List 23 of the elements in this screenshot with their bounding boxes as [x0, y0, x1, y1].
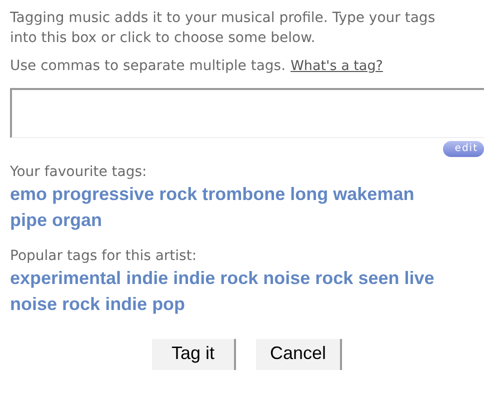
section-label: Your favourite tags:: [10, 163, 148, 181]
tag-link[interactable]: progressive rock: [52, 184, 198, 204]
tag-link[interactable]: noise rock: [10, 294, 100, 314]
intro-text: Tagging music adds it to your musical profile. Type your tags into this box or click to choose some below.: [10, 9, 436, 48]
tag-link[interactable]: indie pop: [105, 294, 186, 314]
tag-link[interactable]: seen: [358, 268, 400, 288]
tag-link[interactable]: live: [404, 268, 434, 288]
edit-button[interactable]: edit: [442, 141, 484, 157]
tag-link[interactable]: pipe organ: [10, 210, 102, 230]
tag-link[interactable]: indie rock: [173, 268, 258, 288]
section-label: Popular tags for this artist:: [10, 247, 198, 265]
hint-text: Use commas to separate multiple tags.: [10, 58, 286, 74]
tag-link[interactable]: emo: [10, 184, 48, 204]
tag-link[interactable]: indie: [126, 268, 168, 288]
help-link[interactable]: What's a tag?: [290, 58, 383, 74]
action-button[interactable]: Tag it: [152, 339, 236, 370]
tag-link[interactable]: experimental: [10, 268, 122, 288]
action-button[interactable]: Cancel: [256, 339, 342, 370]
tag-input-field[interactable]: [10, 88, 484, 138]
tag-link[interactable]: long: [290, 184, 328, 204]
tag-link[interactable]: trombone: [202, 184, 286, 204]
tag-link[interactable]: noise rock: [263, 268, 354, 288]
tag-link[interactable]: wakeman: [333, 184, 414, 204]
